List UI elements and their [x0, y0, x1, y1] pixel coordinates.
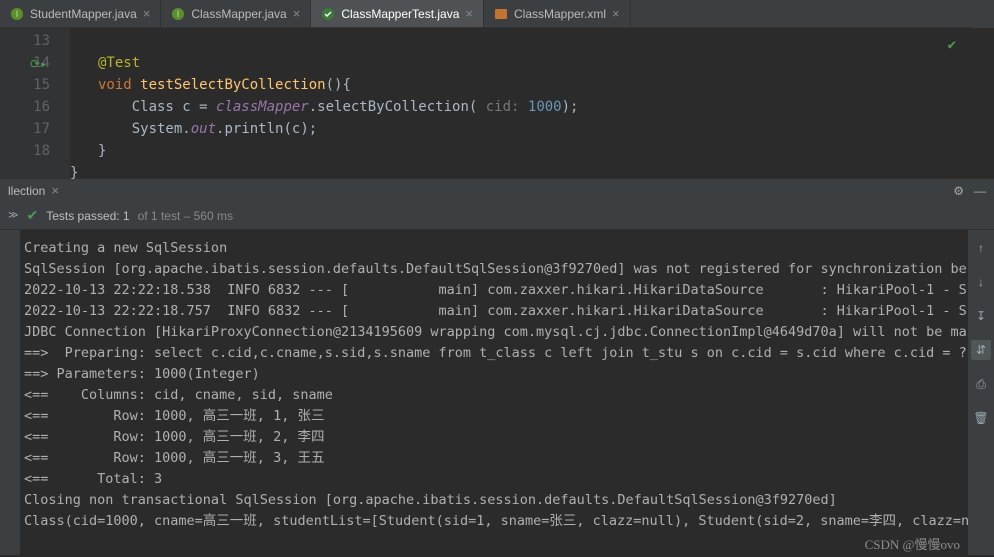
number-literal: 1000 [528, 99, 562, 115]
close-icon[interactable]: × [612, 6, 620, 21]
tab-label: StudentMapper.java [30, 7, 137, 21]
console-header: llection × ⚙ — [0, 178, 994, 202]
gear-icon[interactable]: ⚙ [953, 184, 964, 198]
trash-icon[interactable]: 🗑 [971, 408, 991, 428]
code-editor[interactable]: ✔ 13 14 15 16 17 18 ⟳▸ @Test void testSe… [0, 28, 994, 178]
tab-class-mapper[interactable]: I ClassMapper.java × [161, 0, 311, 27]
annotation: @Test [98, 55, 140, 71]
close-icon[interactable]: × [143, 6, 151, 21]
brace: } [98, 143, 106, 159]
svg-text:I: I [177, 9, 180, 19]
code-content: @Test void testSelectByCollection(){ Cla… [70, 28, 578, 178]
console-line: ==> Preparing: select c.cid,c.cname,s.si… [24, 343, 968, 364]
tab-student-mapper[interactable]: I StudentMapper.java × [0, 0, 161, 27]
tab-label: ClassMapper.xml [514, 7, 606, 21]
brace: } [70, 165, 78, 181]
console-line: <== Row: 1000, 高三一班, 2, 李四 [24, 427, 968, 448]
java-icon: I [171, 7, 185, 21]
line-gutter: 13 14 15 16 17 18 [0, 28, 70, 178]
scroll-down-icon[interactable]: ↓ [971, 272, 991, 292]
tab-label: ClassMapper.java [191, 7, 286, 21]
console-line: Closing non transactional SqlSession [or… [24, 490, 968, 511]
console-line: JDBC Connection [HikariProxyConnection@2… [24, 322, 968, 343]
console-line: <== Total: 3 [24, 469, 968, 490]
pass-icon: ✔ [26, 207, 38, 224]
console-line: <== Row: 1000, 高三一班, 3, 王五 [24, 448, 968, 469]
punct: ); [562, 99, 579, 115]
tab-class-mapper-test[interactable]: ClassMapperTest.java × [311, 0, 484, 27]
console-line: Class(cid=1000, cname=高三一班, studentList=… [24, 511, 968, 532]
editor-tabs: I StudentMapper.java × I ClassMapper.jav… [0, 0, 994, 28]
punct: (){ [326, 77, 351, 93]
console-toolbar: ↑ ↓ ↧ ⇵ ⎙ 🗑 [968, 230, 994, 555]
chevron-icon[interactable]: ≫ [8, 210, 18, 221]
console-line: SqlSession [org.apache.ibatis.session.de… [24, 259, 968, 280]
tab-class-mapper-xml[interactable]: ClassMapper.xml × [484, 0, 631, 27]
static-field: out [191, 121, 216, 137]
console-line: Creating a new SqlSession [24, 238, 968, 259]
scroll-up-icon[interactable]: ↑ [971, 238, 991, 258]
soft-wrap-icon[interactable]: ↧ [971, 306, 991, 326]
close-icon[interactable]: × [51, 183, 59, 198]
watermark-text: CSDN @慢慢ovo [865, 534, 960, 553]
line-number: 15 [0, 74, 50, 96]
java-icon: I [10, 7, 24, 21]
console-left-gutter [0, 230, 20, 555]
line-number: 18 [0, 140, 50, 162]
close-icon[interactable]: × [465, 6, 473, 21]
print-icon[interactable]: ⎙ [971, 374, 991, 394]
run-test-gutter-icon[interactable]: ⟳▸ [30, 53, 47, 75]
line-number: 13 [0, 30, 50, 52]
console-tab-title[interactable]: llection [8, 184, 45, 198]
code-text: System. [132, 121, 191, 137]
test-pass-text: Tests passed: 1 [46, 209, 129, 223]
console-line: 2022-10-13 22:22:18.538 INFO 6832 --- [ … [24, 280, 968, 301]
param-hint: cid: [477, 99, 528, 115]
minimize-icon[interactable]: — [974, 184, 986, 198]
console-output[interactable]: Creating a new SqlSessionSqlSession [org… [20, 230, 968, 555]
test-pass-detail: of 1 test – 560 ms [138, 209, 233, 223]
scroll-to-end-icon[interactable]: ⇵ [971, 340, 991, 360]
inspection-ok-icon: ✔ [948, 34, 956, 56]
keyword: void [98, 77, 140, 93]
method-name: testSelectByCollection [140, 77, 325, 93]
close-icon[interactable]: × [293, 6, 301, 21]
test-status-bar: ≫ ✔ Tests passed: 1 of 1 test – 560 ms [0, 202, 994, 230]
xml-icon [494, 7, 508, 21]
line-number: 17 [0, 118, 50, 140]
code-text: .println(c); [216, 121, 317, 137]
console-line: <== Columns: cid, cname, sid, sname [24, 385, 968, 406]
console-panel: Creating a new SqlSessionSqlSession [org… [0, 230, 994, 555]
test-icon [321, 7, 335, 21]
console-line: ==> Parameters: 1000(Integer) [24, 364, 968, 385]
punct: .selectByCollection( [309, 99, 478, 115]
tab-label: ClassMapperTest.java [341, 7, 459, 21]
console-line: 2022-10-13 22:22:18.757 INFO 6832 --- [ … [24, 301, 968, 322]
console-line: <== Row: 1000, 高三一班, 1, 张三 [24, 406, 968, 427]
svg-text:I: I [16, 9, 19, 19]
field: classMapper [216, 99, 309, 115]
line-number: 16 [0, 96, 50, 118]
code-text: Class c = [132, 99, 216, 115]
